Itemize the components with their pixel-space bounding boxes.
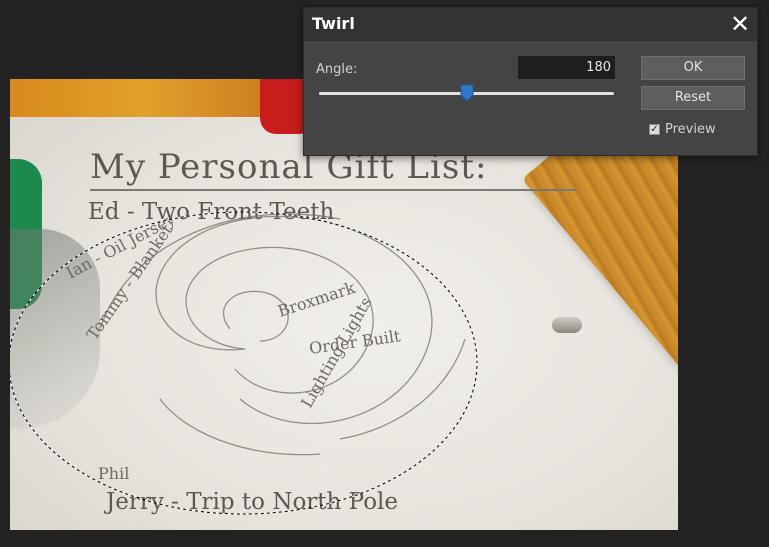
angle-label: Angle:: [316, 62, 358, 77]
close-icon[interactable]: ✕: [727, 11, 753, 37]
preview-option[interactable]: ✓ Preview: [649, 122, 716, 137]
twirl-dialog: Twirl ✕ Angle: OK Reset ✓ Preview: [303, 7, 758, 156]
preview-checkbox[interactable]: ✓: [649, 124, 660, 135]
angle-input[interactable]: [518, 56, 615, 79]
reset-button[interactable]: Reset: [641, 86, 745, 110]
angle-slider-thumb[interactable]: [460, 84, 474, 102]
ok-button[interactable]: OK: [641, 56, 745, 80]
dialog-header[interactable]: Twirl ✕: [304, 8, 757, 41]
svg-text:Broxmark: Broxmark: [275, 278, 357, 321]
preview-label: Preview: [665, 122, 716, 137]
dialog-title: Twirl: [312, 14, 355, 33]
svg-text:Phil: Phil: [98, 464, 129, 483]
